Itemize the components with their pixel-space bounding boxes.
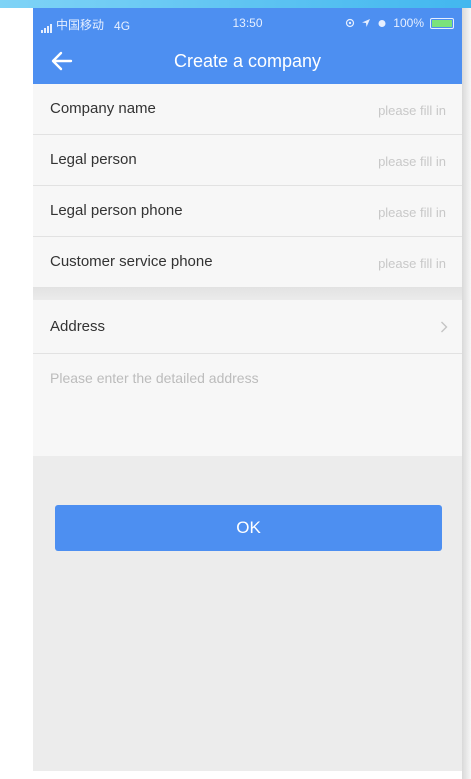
ok-button[interactable]: OK xyxy=(55,505,442,551)
status-bar: 中国移动 4G 13:50 100% xyxy=(33,8,462,38)
navigation-bar: Create a company xyxy=(33,38,462,84)
customer-service-phone-input[interactable] xyxy=(284,250,448,276)
legal-person-phone-label: Legal person phone xyxy=(50,202,183,219)
address-label: Address xyxy=(50,318,106,335)
location-lock-icon xyxy=(346,18,355,28)
detailed-address-section xyxy=(33,354,462,456)
customer-service-phone-label: Customer service phone xyxy=(50,253,213,270)
company-name-input[interactable] xyxy=(284,97,448,123)
legal-person-row: Legal person xyxy=(33,135,462,186)
legal-person-input[interactable] xyxy=(284,148,448,174)
detailed-address-input[interactable] xyxy=(50,370,445,440)
status-right: 100% xyxy=(345,16,454,30)
company-name-label: Company name xyxy=(50,100,156,117)
location-arrow-icon xyxy=(362,19,371,27)
phone-screen: 中国移动 4G 13:50 100% Create a company Comp… xyxy=(33,8,462,771)
chevron-right-icon xyxy=(441,321,448,333)
battery-percent: 100% xyxy=(393,16,424,30)
company-name-row: Company name xyxy=(33,84,462,135)
phone-edge xyxy=(462,8,471,779)
back-arrow-icon[interactable] xyxy=(49,49,75,73)
battery-icon xyxy=(430,17,454,29)
page-title: Create a company xyxy=(173,51,322,71)
company-form: Company name Legal person Legal person p… xyxy=(33,84,462,288)
legal-person-phone-input[interactable] xyxy=(284,199,448,225)
legal-person-label: Legal person xyxy=(50,151,137,168)
address-selector[interactable]: Address xyxy=(33,300,462,354)
alarm-icon xyxy=(378,20,386,27)
top-decor-stripe xyxy=(0,0,471,8)
section-divider xyxy=(33,288,462,300)
legal-person-phone-row: Legal person phone xyxy=(33,186,462,237)
customer-service-phone-row: Customer service phone xyxy=(33,237,462,288)
